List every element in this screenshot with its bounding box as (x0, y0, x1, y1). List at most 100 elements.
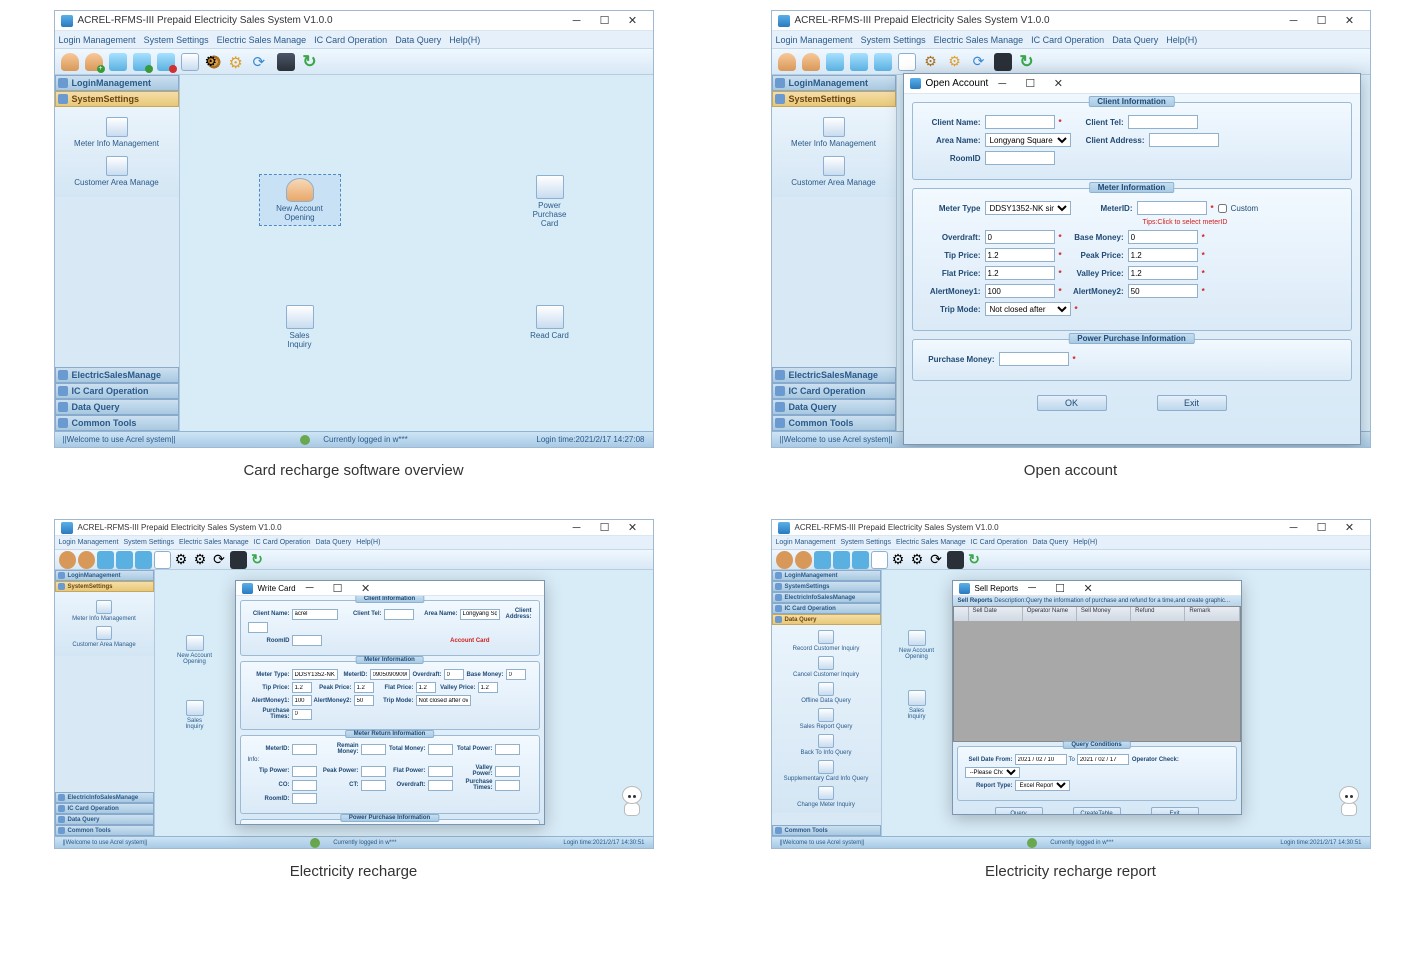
tb-report-icon[interactable] (896, 51, 918, 73)
trip-mode-select[interactable]: Not closed after (985, 302, 1071, 316)
sidebar-item-meter-info[interactable]: Meter Info Management (55, 598, 154, 624)
menu-help[interactable]: Help(H) (449, 35, 480, 45)
menu-help[interactable]: Help(H) (1166, 35, 1197, 45)
client-name-input[interactable] (292, 609, 338, 620)
tb-card-icon[interactable] (824, 51, 846, 73)
sidebar-item-customer-area[interactable]: Customer Area Manage (55, 152, 179, 191)
operator-select[interactable]: --Please Choo (965, 767, 1020, 778)
tb-report-icon[interactable] (154, 551, 171, 568)
desk-power-card[interactable]: Power Purchase Card (510, 175, 590, 228)
tb-user-icon[interactable] (59, 551, 76, 568)
desk-read-card[interactable]: Read Card (510, 305, 590, 340)
sidebar-group-query[interactable]: Data Query (772, 399, 896, 415)
tb-refresh-icon[interactable]: ⟳ (211, 551, 228, 568)
tb-report-icon[interactable] (871, 551, 888, 568)
maximize-button[interactable]: ☐ (1308, 519, 1336, 537)
menu-card[interactable]: IC Card Operation (1031, 35, 1104, 45)
dialog-close[interactable]: ✕ (1074, 579, 1102, 597)
sidebar-group-login[interactable]: LoginManagement (772, 75, 896, 91)
close-button[interactable]: ✕ (619, 519, 647, 537)
tb-user-icon[interactable] (776, 551, 793, 568)
area-name-select[interactable]: Longyang Square (985, 133, 1071, 147)
tb-card-add-icon[interactable] (848, 51, 870, 73)
alert2-input[interactable] (1128, 284, 1198, 298)
meter-type-select[interactable]: DDSY1352-NK sing (985, 201, 1071, 215)
tb-card-icon[interactable] (814, 551, 831, 568)
minimize-button[interactable]: ─ (1280, 519, 1308, 537)
date-to-input[interactable] (1077, 754, 1129, 765)
tb-card-remove-icon[interactable] (852, 551, 869, 568)
sidebar-group-tools[interactable]: Common Tools (772, 415, 896, 431)
close-button[interactable]: ✕ (1336, 12, 1364, 30)
sidebar-group-card[interactable]: IC Card Operation (55, 383, 179, 399)
col-money[interactable]: Sell Money (1077, 607, 1131, 621)
exit-button[interactable]: Exit (1157, 395, 1227, 411)
desk-sales-inquiry[interactable]: Sales Inquiry (260, 305, 340, 349)
dialog-maximize[interactable]: ☐ (324, 579, 352, 597)
flat-price-input[interactable] (985, 266, 1055, 280)
query-button[interactable]: Query (995, 807, 1043, 814)
sidebar-item-supplementary[interactable]: Supplementary Card Info Query (772, 758, 881, 784)
meter-id-input[interactable] (1137, 201, 1207, 215)
menu-sales[interactable]: Electric Sales Manage (217, 35, 307, 45)
menu-sales[interactable]: Electric Sales Manage (934, 35, 1024, 45)
menu-settings[interactable]: System Settings (144, 35, 209, 45)
area-input[interactable] (460, 609, 500, 620)
tb-refresh-icon[interactable]: ⟳ (251, 51, 273, 73)
sidebar-group-query[interactable]: Data Query (55, 399, 179, 415)
sidebar-item-meter-info[interactable]: Meter Info Management (55, 113, 179, 152)
base-money-input[interactable] (1128, 230, 1198, 244)
tb-wheel-icon[interactable]: ⚙ (173, 551, 190, 568)
maximize-button[interactable]: ☐ (1308, 12, 1336, 30)
close-button[interactable]: ✕ (619, 12, 647, 30)
menu-login[interactable]: Login Management (59, 35, 136, 45)
menu-query[interactable]: Data Query (395, 35, 441, 45)
client-addr-input[interactable] (1149, 133, 1219, 147)
dialog-minimize[interactable]: ─ (1018, 579, 1046, 597)
peak-price-input[interactable] (1128, 248, 1198, 262)
tb-refresh-icon[interactable]: ⟳ (928, 551, 945, 568)
valley-price-input[interactable] (1128, 266, 1198, 280)
ok-button[interactable]: OK (1037, 395, 1107, 411)
tb-gear-icon[interactable]: ⚙ (227, 51, 249, 73)
col-operator[interactable]: Operator Name (1023, 607, 1077, 621)
tip-price-input[interactable] (985, 248, 1055, 262)
maximize-button[interactable]: ☐ (591, 519, 619, 537)
menu-card[interactable]: IC Card Operation (314, 35, 387, 45)
close-button[interactable]: ✕ (1336, 519, 1364, 537)
sidebar-group-settings[interactable]: SystemSettings (55, 91, 179, 107)
alert1-input[interactable] (985, 284, 1055, 298)
tb-refresh-icon[interactable]: ⟳ (968, 51, 990, 73)
tb-reload-icon[interactable]: ↻ (966, 551, 983, 568)
tb-wheel-icon[interactable]: ⚙ (203, 51, 225, 73)
sidebar-item-sales-report[interactable]: Sales Report Query (772, 706, 881, 732)
client-name-input[interactable] (985, 115, 1055, 129)
tb-gear-icon[interactable]: ⚙ (909, 551, 926, 568)
tb-card-remove-icon[interactable] (155, 51, 177, 73)
tb-card-add-icon[interactable] (833, 551, 850, 568)
purchase-money-input[interactable] (999, 352, 1069, 366)
sidebar-item-customer-area[interactable]: Customer Area Manage (55, 624, 154, 650)
col-marker[interactable] (954, 607, 969, 621)
sidebar-item-change-meter[interactable]: Change Meter Inquiry (772, 784, 881, 810)
tb-calc-icon[interactable] (992, 51, 1014, 73)
date-from-input[interactable] (1015, 754, 1067, 765)
menu-login[interactable]: Login Management (776, 35, 853, 45)
tb-user-add-icon[interactable]: + (83, 51, 105, 73)
col-sell-date[interactable]: Sell Date (969, 607, 1023, 621)
room-id-input[interactable] (985, 151, 1055, 165)
sidebar-item-back-to-info[interactable]: Back To Info Query (772, 732, 881, 758)
dialog-maximize[interactable]: ☐ (1016, 75, 1044, 93)
desk-sales-inquiry[interactable]: Sales Inquiry (892, 690, 942, 720)
sidebar-group-sales[interactable]: ElectricSalesManage (55, 367, 179, 383)
tb-gear-icon[interactable]: ⚙ (944, 51, 966, 73)
sidebar-group-tools[interactable]: Common Tools (55, 415, 179, 431)
sidebar-item-record-customer[interactable]: Record Customer Inquiry (772, 628, 881, 654)
room-id-input[interactable] (292, 635, 322, 646)
dialog-minimize[interactable]: ─ (296, 579, 324, 597)
sidebar-group-login[interactable]: LoginManagement (55, 75, 179, 91)
tb-user-icon[interactable] (59, 51, 81, 73)
dialog-close[interactable]: ✕ (1044, 75, 1072, 93)
minimize-button[interactable]: ─ (1280, 12, 1308, 30)
overdraft-input[interactable] (985, 230, 1055, 244)
